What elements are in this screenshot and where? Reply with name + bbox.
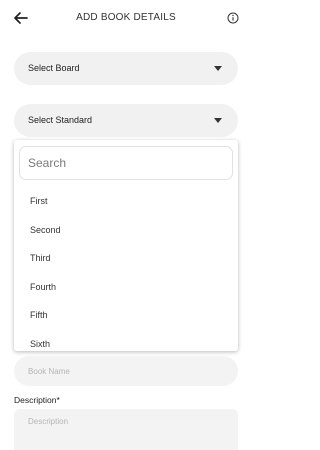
- description-field[interactable]: [14, 409, 238, 450]
- page-title: ADD BOOK DETAILS: [76, 12, 176, 23]
- board-select-label: Select Board: [28, 63, 80, 73]
- standard-dropdown: First Second Third Fourth Fifth Sixth: [14, 140, 238, 351]
- description-label: Description*: [14, 395, 60, 405]
- standard-select-label: Select Standard: [28, 115, 93, 125]
- caret-down-icon: [214, 118, 222, 123]
- dropdown-option-second[interactable]: Second: [30, 225, 61, 235]
- dropdown-option-fifth[interactable]: Fifth: [30, 310, 48, 320]
- standard-select[interactable]: Select Standard: [14, 104, 238, 137]
- dropdown-option-third[interactable]: Third: [30, 253, 51, 263]
- caret-down-icon: [214, 66, 222, 71]
- dropdown-option-fourth[interactable]: Fourth: [30, 282, 56, 292]
- dropdown-option-sixth[interactable]: Sixth: [30, 339, 50, 349]
- dropdown-search-input[interactable]: [20, 147, 232, 179]
- dropdown-search-field[interactable]: [19, 146, 233, 180]
- board-select[interactable]: Select Board: [14, 52, 238, 85]
- app-header: ADD BOOK DETAILS: [0, 0, 252, 36]
- info-icon[interactable]: [227, 12, 239, 24]
- book-name-input[interactable]: [14, 356, 238, 386]
- dropdown-option-first[interactable]: First: [30, 196, 48, 206]
- description-input[interactable]: [14, 409, 238, 450]
- book-name-field[interactable]: [14, 356, 238, 386]
